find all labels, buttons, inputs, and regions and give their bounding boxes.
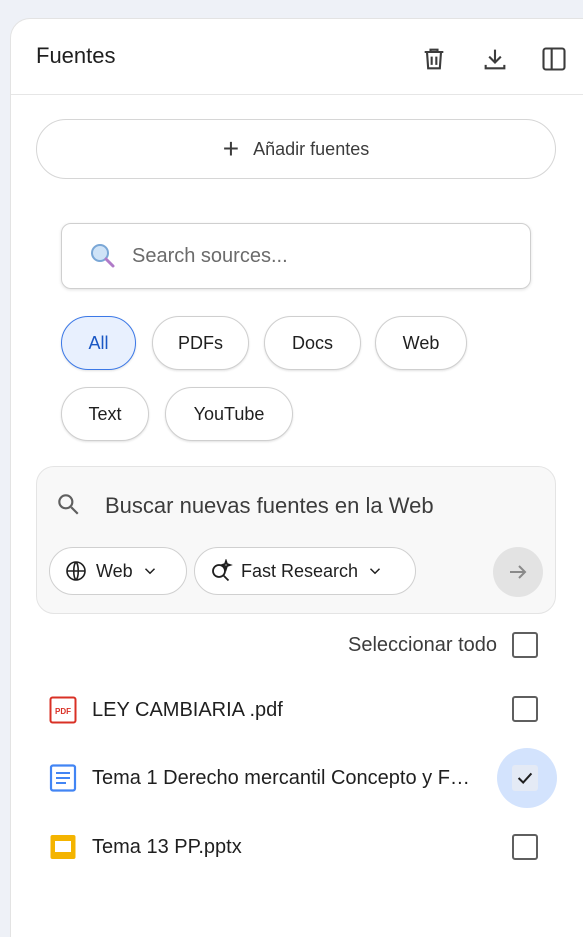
submit-web-search-button[interactable] <box>493 547 543 597</box>
filter-chip-pdfs[interactable]: PDFs <box>152 316 249 370</box>
select-all-checkbox[interactable] <box>512 632 538 658</box>
filter-chip-docs[interactable]: Docs <box>264 316 361 370</box>
search-icon <box>91 244 115 268</box>
chevron-down-icon <box>144 568 155 575</box>
filter-chip-text[interactable]: Text <box>61 387 149 441</box>
source-row[interactable]: Tema 13 PP.pptx <box>11 817 583 877</box>
panel-toggle-icon[interactable] <box>540 45 568 73</box>
source-checkbox[interactable] <box>512 834 538 860</box>
filter-chip-youtube[interactable]: YouTube <box>165 387 293 441</box>
select-all-label: Seleccionar todo <box>348 634 497 656</box>
search-sources-box[interactable] <box>61 223 531 289</box>
source-checkbox[interactable] <box>512 696 538 722</box>
source-name: Tema 1 Derecho mercantil Concepto y F… <box>92 767 470 789</box>
globe-icon <box>66 561 86 581</box>
trash-icon[interactable] <box>420 45 448 73</box>
svg-text:PDF: PDF <box>55 707 71 716</box>
sparkle-search-icon <box>212 559 233 582</box>
panel-header: Fuentes <box>11 19 583 95</box>
source-name: LEY CAMBIARIA .pdf <box>92 699 283 721</box>
slides-file-icon <box>50 835 76 859</box>
source-row[interactable]: Tema 1 Derecho mercantil Concepto y F… <box>11 748 583 808</box>
search-sources-input[interactable] <box>130 243 474 269</box>
source-row[interactable]: PDF LEY CAMBIARIA .pdf <box>11 681 583 741</box>
doc-file-icon <box>49 764 77 792</box>
filter-chip-web[interactable]: Web <box>375 316 467 370</box>
panel-title: Fuentes <box>36 43 116 68</box>
checkmark-icon <box>517 772 533 785</box>
web-source-label: Web <box>96 560 133 581</box>
filter-chip-all[interactable]: All <box>61 316 136 370</box>
add-sources-button[interactable]: + Añadir fuentes <box>36 119 556 179</box>
research-mode-dropdown[interactable]: Fast Research <box>194 547 416 595</box>
search-icon <box>58 494 79 515</box>
chevron-down-icon <box>370 568 381 575</box>
sources-panel: Fuentes + Añadir fuentes All PDFs Docs <box>10 18 583 937</box>
source-checkbox-checked[interactable] <box>512 765 538 791</box>
pdf-file-icon: PDF <box>49 696 77 724</box>
add-sources-label: Añadir fuentes <box>253 138 370 159</box>
web-source-dropdown[interactable]: Web <box>49 547 187 595</box>
source-name: Tema 13 PP.pptx <box>92 836 242 858</box>
download-icon[interactable] <box>481 45 509 73</box>
web-search-box: Buscar nuevas fuentes en la Web Web Fast… <box>36 466 556 614</box>
research-mode-label: Fast Research <box>241 560 359 581</box>
web-search-prompt[interactable]: Buscar nuevas fuentes en la Web <box>105 493 434 519</box>
arrow-right-icon <box>510 565 527 579</box>
plus-icon: + <box>222 133 240 164</box>
